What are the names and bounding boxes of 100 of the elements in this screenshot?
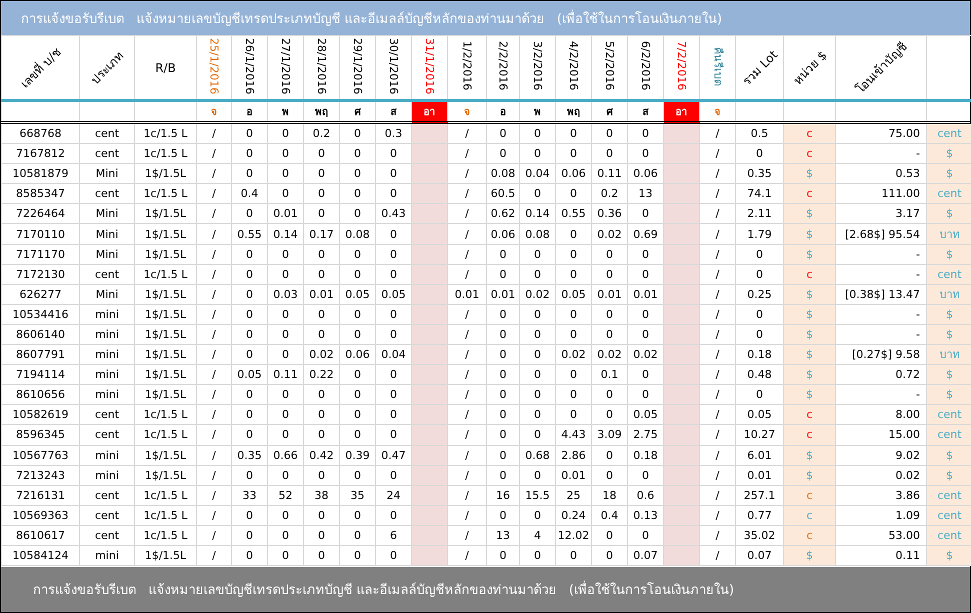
table-cell: cent: [80, 144, 134, 164]
shaded-cell: [412, 445, 448, 466]
table-cell: 0.01: [448, 284, 486, 304]
table-cell: /: [448, 224, 486, 244]
table-cell: /: [448, 122, 486, 144]
table-cell: 0: [340, 264, 376, 284]
day-cell: พฤ: [556, 100, 592, 122]
table-cell: 111.00: [836, 184, 926, 204]
column-header: 30/1/2016: [387, 38, 400, 94]
table-cell: 1c/1.5 L: [134, 122, 196, 144]
table-cell: 0.04: [520, 164, 556, 184]
table-cell: 0: [592, 465, 628, 486]
column-header: 3/2/2016: [531, 41, 544, 91]
unit-cell: $: [784, 324, 836, 345]
table-cell: 0: [232, 404, 268, 425]
table-cell: 0: [520, 404, 556, 425]
table-cell: 3.86: [836, 485, 926, 506]
table-cell: 0: [340, 204, 376, 224]
table-cell: 0: [304, 505, 340, 526]
table-cell: cent: [80, 505, 134, 526]
table-cell: 0: [520, 364, 556, 385]
unit-cell: $: [784, 364, 836, 385]
table-cell: 0: [268, 344, 304, 365]
table-cell: 0: [268, 384, 304, 405]
table-cell: /: [196, 224, 232, 244]
table-cell: 0.14: [520, 204, 556, 224]
table-cell: 52: [268, 485, 304, 506]
table-cell: 0: [520, 244, 556, 264]
table-cell: 0.24: [556, 505, 592, 526]
column-header: 1/2/2016: [460, 41, 474, 91]
table-cell: Mini: [80, 204, 134, 224]
table-cell: 60.5: [486, 184, 520, 204]
table-cell: 1c/1.5 L: [134, 525, 196, 546]
table-cell: 0: [268, 164, 304, 184]
table-cell: 1c/1.5 L: [134, 264, 196, 284]
table-cell: 0: [592, 545, 628, 566]
table-cell: 1$/1.5L: [134, 244, 196, 264]
table-cell: 4.43: [556, 424, 592, 445]
table-cell: 0: [268, 545, 304, 566]
table-cell: Mini: [80, 224, 134, 244]
shaded-cell: [664, 204, 700, 224]
table-cell: -: [836, 304, 926, 324]
table-cell: /: [448, 424, 486, 445]
table-cell: 0.14: [268, 224, 304, 244]
table-cell: /: [448, 164, 486, 184]
table-cell: [0.27$] 9.58: [836, 344, 926, 365]
table-cell: /: [196, 304, 232, 324]
table-cell: 0: [520, 545, 556, 566]
table-cell: 0.05: [232, 364, 268, 385]
table-cell: [2.68$] 95.54: [836, 224, 926, 244]
table-cell: /: [196, 204, 232, 224]
table-cell: 0: [556, 545, 592, 566]
shaded-cell: [664, 384, 700, 405]
shaded-cell: [412, 404, 448, 425]
table-cell: 0: [232, 264, 268, 284]
table-cell: 16: [486, 485, 520, 506]
table-cell: /: [700, 244, 736, 264]
table-cell: 1$/1.5L: [134, 324, 196, 345]
table-cell: 1$/1.5L: [134, 284, 196, 304]
table-cell: mini: [80, 344, 134, 365]
shaded-cell: [412, 424, 448, 445]
table-cell: 0: [340, 505, 376, 526]
table-cell: 1$/1.5L: [134, 224, 196, 244]
table-cell: /: [700, 364, 736, 385]
day-cell: จ: [700, 100, 736, 122]
table-cell: /: [196, 122, 232, 144]
table-cell: /: [196, 424, 232, 445]
table-cell: 0.66: [268, 445, 304, 466]
table-cell: 18: [592, 485, 628, 506]
table-cell: 1$/1.5L: [134, 384, 196, 405]
table-cell: 7167812: [2, 144, 80, 164]
table-cell: 0: [520, 424, 556, 445]
table-cell: 8607791: [2, 344, 80, 365]
table-cell: 0: [268, 264, 304, 284]
shaded-cell: [412, 204, 448, 224]
table-cell: 0: [556, 224, 592, 244]
table-cell: 0.55: [556, 204, 592, 224]
shaded-cell: [412, 184, 448, 204]
column-header: 7/2/2016: [675, 41, 688, 91]
table-cell: 1$/1.5L: [134, 204, 196, 224]
table-cell: 0: [232, 505, 268, 526]
table-cell: /: [700, 184, 736, 204]
table-cell: cent: [80, 404, 134, 425]
table-cell: /: [448, 264, 486, 284]
table-cell: 0: [232, 284, 268, 304]
table-cell: 0: [232, 424, 268, 445]
table-cell: /: [196, 324, 232, 345]
table-cell: 0: [304, 545, 340, 566]
table-cell: 0: [592, 244, 628, 264]
table-cell: 8606140: [2, 324, 80, 345]
table-cell: 0: [592, 144, 628, 164]
shaded-cell: [412, 244, 448, 264]
column-header: 6/2/2016: [639, 41, 652, 91]
table-cell: 9.02: [836, 445, 926, 466]
table-cell: 1$/1.5L: [134, 364, 196, 385]
table-cell: 0: [340, 545, 376, 566]
table-cell: 0: [268, 144, 304, 164]
unit-cell: $: [784, 284, 836, 304]
table-cell: 0: [592, 445, 628, 466]
table-cell: /: [700, 465, 736, 486]
